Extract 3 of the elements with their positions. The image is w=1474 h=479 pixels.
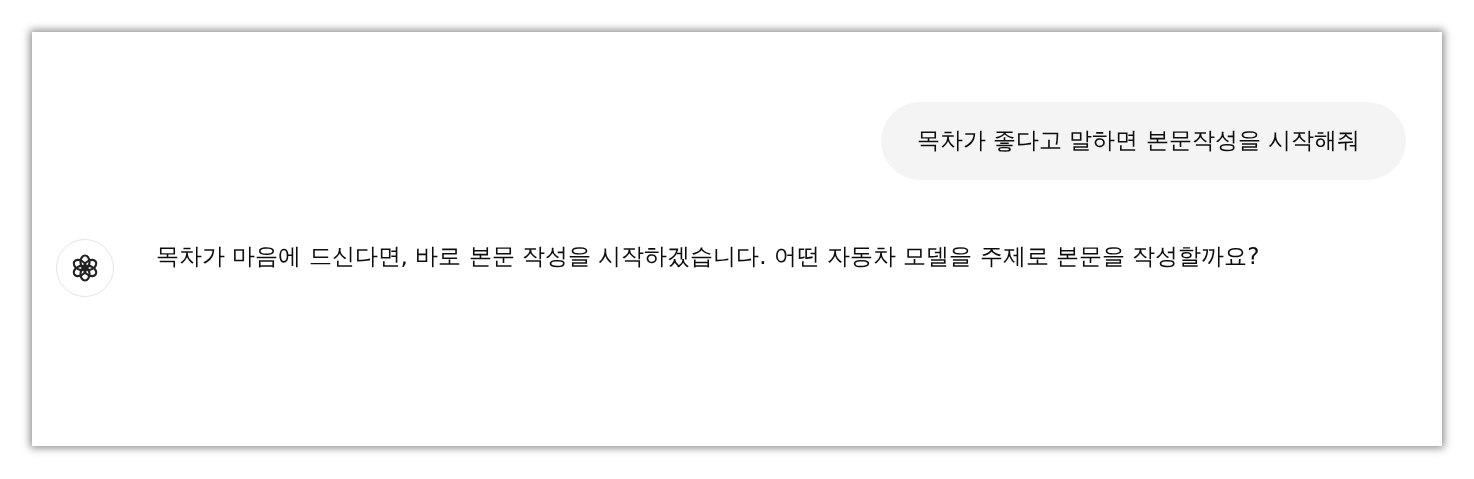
- knot-icon: [70, 253, 100, 283]
- assistant-message: 목차가 마음에 드신다면, 바로 본문 작성을 시작하겠습니다. 어떤 자동차 모델을 주제로 본문을 작성할까요?: [156, 242, 1261, 271]
- user-message: 목차가 좋다고 말하면 본문작성을 시작해줘: [880, 102, 1406, 180]
